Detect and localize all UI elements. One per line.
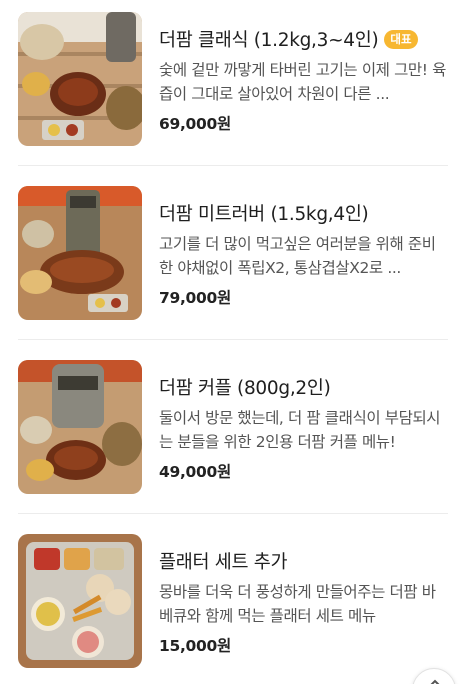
menu-item-info: 플래터 세트 추가 몽바를 더욱 더 풍성하게 만들어주는 더팜 바베큐와 함께… xyxy=(159,534,448,656)
menu-item-price: 49,000원 xyxy=(159,463,231,481)
menu-item-title-row: 더팜 미트러버 (1.5kg,4인) xyxy=(159,200,448,226)
menu-item-name: 더팜 커플 (800g,2인) xyxy=(159,378,331,399)
menu-item[interactable]: 더팜 커플 (800g,2인) 둘이서 방문 했는데, 더 팜 클래식이 부담되… xyxy=(18,360,448,494)
chevron-up-icon xyxy=(430,679,440,684)
scroll-to-top-button[interactable] xyxy=(412,668,456,684)
menu-item-description: 몽바를 더욱 더 풍성하게 만들어주는 더팜 바베큐와 함께 먹는 플래터 세트… xyxy=(159,583,436,625)
menu-item-info: 더팜 미트러버 (1.5kg,4인) 고기를 더 많이 먹고싶은 여러분을 위해… xyxy=(159,186,448,308)
signature-badge: 대표 xyxy=(384,29,418,49)
menu-item-description: 둘이서 방문 했는데, 더 팜 클래식이 부담되시는 분들을 위한 2인용 더팜… xyxy=(159,409,441,451)
menu-item-price: 15,000원 xyxy=(159,637,231,655)
menu-item-info: 더팜 커플 (800g,2인) 둘이서 방문 했는데, 더 팜 클래식이 부담되… xyxy=(159,360,448,482)
divider xyxy=(18,339,448,340)
menu-item-name: 더팜 미트러버 (1.5kg,4인) xyxy=(159,204,369,225)
divider xyxy=(18,165,448,166)
menu-item-title-row: 더팜 커플 (800g,2인) xyxy=(159,374,448,400)
menu-item-photo xyxy=(18,186,142,320)
menu-item-description: 고기를 더 많이 먹고싶은 여러분을 위해 준비한 야채없이 폭립X2, 통삼겹… xyxy=(159,235,436,277)
menu-item[interactable]: 더팜 클래식 (1.2kg,3~4인) 대표 숯에 겉만 까맣게 타버린 고기는… xyxy=(18,12,448,146)
menu-item-price: 79,000원 xyxy=(159,289,231,307)
menu-item-photo xyxy=(18,360,142,494)
menu-item-title-row: 플래터 세트 추가 xyxy=(159,548,448,574)
menu-item-title-row: 더팜 클래식 (1.2kg,3~4인) 대표 xyxy=(159,26,448,52)
menu-item[interactable]: 플래터 세트 추가 몽바를 더욱 더 풍성하게 만들어주는 더팜 바베큐와 함께… xyxy=(18,534,448,668)
menu-item[interactable]: 더팜 미트러버 (1.5kg,4인) 고기를 더 많이 먹고싶은 여러분을 위해… xyxy=(18,186,448,320)
menu-item-info: 더팜 클래식 (1.2kg,3~4인) 대표 숯에 겉만 까맣게 타버린 고기는… xyxy=(159,12,448,134)
menu-item-name: 플래터 세트 추가 xyxy=(159,552,288,573)
menu-item-description: 숯에 겉만 까맣게 타버린 고기는 이제 그만! 육즙이 그대로 살아있어 차원… xyxy=(159,61,446,103)
divider xyxy=(18,513,448,514)
menu-item-photo xyxy=(18,12,142,146)
menu-item-price: 69,000원 xyxy=(159,115,231,133)
menu-item-photo xyxy=(18,534,142,668)
menu-item-name: 더팜 클래식 (1.2kg,3~4인) xyxy=(159,30,379,51)
